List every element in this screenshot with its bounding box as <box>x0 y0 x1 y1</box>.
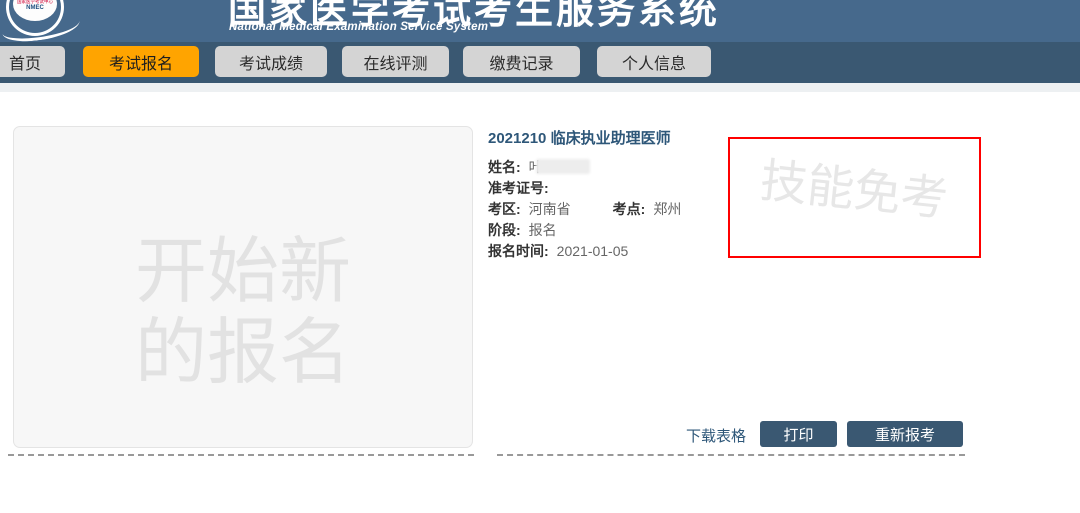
logo-text-nmec: NMEC <box>26 5 44 11</box>
registration-info: 姓名:叶 准考证号: 考区:河南省考点:郑州 阶段:报名 报名时间:2021-0… <box>488 157 681 262</box>
header: 国家医学考试中心 NMEC 国家医学考试考生服务系统 National Medi… <box>0 0 1080 42</box>
skill-exemption-stamp-box: 技能免考 <box>728 137 981 258</box>
tab-personal-info[interactable]: 个人信息 <box>597 46 711 77</box>
field-admission-number: 准考证号: <box>488 178 681 199</box>
field-exam-site-value: 郑州 <box>653 201 681 217</box>
tab-exam-registration[interactable]: 考试报名 <box>83 46 199 77</box>
nav-bottom-strip <box>0 83 1080 92</box>
field-stage: 阶段:报名 <box>488 220 681 241</box>
field-registration-date: 报名时间:2021-01-05 <box>488 241 681 262</box>
tab-online-assessment[interactable]: 在线评测 <box>342 46 449 77</box>
field-exam-site-label: 考点: <box>613 201 646 217</box>
app-window: 国家医学考试中心 NMEC 国家医学考试考生服务系统 National Medi… <box>0 0 1080 513</box>
right-dashed-divider <box>497 454 965 456</box>
tab-exam-results[interactable]: 考试成绩 <box>215 46 327 77</box>
start-new-registration-card[interactable]: 开始新 的报名 <box>13 126 473 448</box>
redacted-name-blur <box>536 159 590 174</box>
tab-home[interactable]: 首页 <box>0 46 65 77</box>
start-new-registration-watermark: 开始新 的报名 <box>135 232 351 395</box>
skill-exemption-watermark: 技能免考 <box>728 138 981 233</box>
nav-bar: 首页 考试报名 考试成绩 在线评测 缴费记录 个人信息 <box>0 42 1080 83</box>
field-name: 姓名:叶 <box>488 157 681 178</box>
site-subtitle: National Medical Examination Service Sys… <box>229 21 488 33</box>
exam-title: 2021210 临床执业助理医师 <box>488 127 671 148</box>
left-dashed-divider <box>8 454 474 456</box>
reapply-button[interactable]: 重新报考 <box>847 421 963 447</box>
download-form-link[interactable]: 下载表格 <box>686 424 746 449</box>
tab-payment-records[interactable]: 缴费记录 <box>463 46 580 77</box>
print-button[interactable]: 打印 <box>760 421 837 447</box>
nmec-logo-icon: 国家医学考试中心 NMEC <box>2 0 82 48</box>
logo-text-cn: 国家医学考试中心 <box>17 0 53 4</box>
field-exam-area: 考区:河南省考点:郑州 <box>488 199 681 220</box>
